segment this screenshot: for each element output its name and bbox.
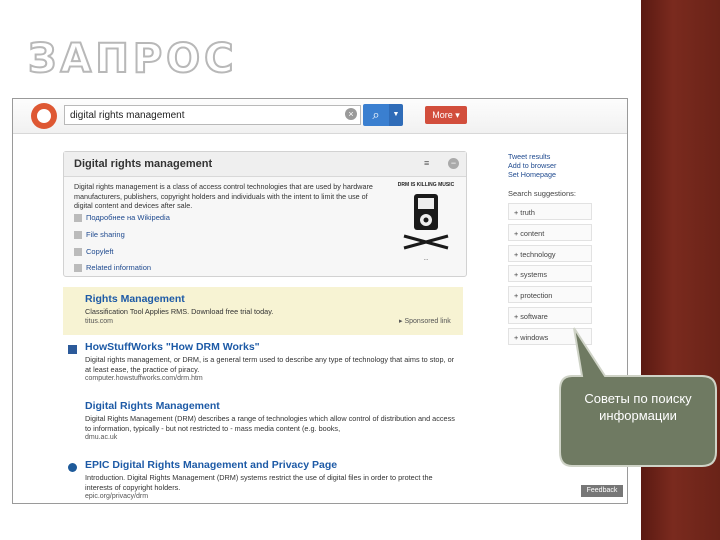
suggestion-item[interactable]: + technology [508,245,592,262]
result-title-2[interactable]: HowStuffWorks "How DRM Works" [85,341,260,353]
suggestion-item[interactable]: + software [508,307,592,324]
suggestion-item[interactable]: + protection [508,286,592,303]
zci-header: Digital rights management ≡ − [64,152,466,177]
result-snippet-3: Digital Rights Management (DRM) describe… [85,414,455,433]
more-label: More [432,110,453,120]
result-url-1[interactable]: titus.com [85,318,113,325]
suggestion-item[interactable]: + windows [508,328,592,345]
drm-killing-music-image: DRM IS KILLING MUSIC … [394,182,458,272]
clear-search-icon[interactable]: × [345,108,357,120]
sidebar-link-add-browser[interactable]: Add to browser [508,161,556,170]
slide-side-band [641,0,720,540]
result-snippet-2: Digital rights management, or DRM, is a … [85,355,455,374]
svg-text:…: … [424,256,429,262]
duckduckgo-logo-icon[interactable] [31,103,57,129]
epic-favicon-icon [68,463,77,472]
zci-link-file-sharing[interactable]: File sharing [74,230,125,240]
sidebar-link-tweet[interactable]: Tweet results [508,152,550,161]
slide-title: ЗАПРОС [27,35,238,83]
suggestions-heading: Search suggestions: [508,189,576,198]
zci-description: Digital rights management is a class of … [74,182,373,210]
zci-title[interactable]: Digital rights management [74,158,212,170]
result-title-4[interactable]: EPIC Digital Rights Management and Priva… [85,459,337,471]
zci-link-wikipedia[interactable]: Подробнее на Wikipedia [74,213,170,223]
link-icon [74,231,82,240]
suggestion-item[interactable]: + truth [508,203,592,220]
zci-link-related[interactable]: Related information [74,263,151,273]
result-title-1[interactable]: Rights Management [85,293,185,305]
zci-link-copyleft[interactable]: Copyleft [74,247,114,257]
result-url-4[interactable]: epic.org/privacy/drm [85,493,148,500]
result-snippet-4: Introduction. Digital Rights Management … [85,473,433,492]
suggestion-item[interactable]: + systems [508,265,592,282]
sponsored-label: ▸ Sponsored link [399,318,451,325]
arrow-icon [74,264,82,273]
wikipedia-icon [74,214,82,223]
sidebar-link-homepage[interactable]: Set Homepage [508,170,556,179]
slide-side-divider [636,0,641,540]
browser-screenshot: digital rights management × ⌕ ▼ More ▾ D… [12,98,628,504]
zero-click-info-box: Digital rights management ≡ − Digital ri… [63,151,467,277]
link-icon [74,248,82,257]
search-header: digital rights management × ⌕ ▼ More ▾ [13,99,627,134]
suggestion-item[interactable]: + content [508,224,592,241]
feedback-button[interactable]: Feedback [581,485,623,497]
zci-list-icon[interactable]: ≡ [424,158,434,168]
search-input[interactable]: digital rights management [64,105,361,125]
howstuffworks-favicon-icon [68,345,77,354]
result-snippet-1: Classification Tool Applies RMS. Downloa… [85,307,274,316]
search-dropdown-icon[interactable]: ▼ [389,104,403,126]
search-button[interactable]: ⌕ [363,104,389,126]
more-menu-button[interactable]: More ▾ [425,106,467,124]
result-title-3[interactable]: Digital Rights Management [85,400,220,412]
zci-collapse-icon[interactable]: − [448,158,459,169]
ipod-skull-icon: … [403,194,449,262]
result-url-2[interactable]: computer.howstuffworks.com/drm.htm [85,375,203,382]
result-url-3[interactable]: dmu.ac.uk [85,434,117,441]
callout-text: Советы по поиску информации [584,391,692,423]
